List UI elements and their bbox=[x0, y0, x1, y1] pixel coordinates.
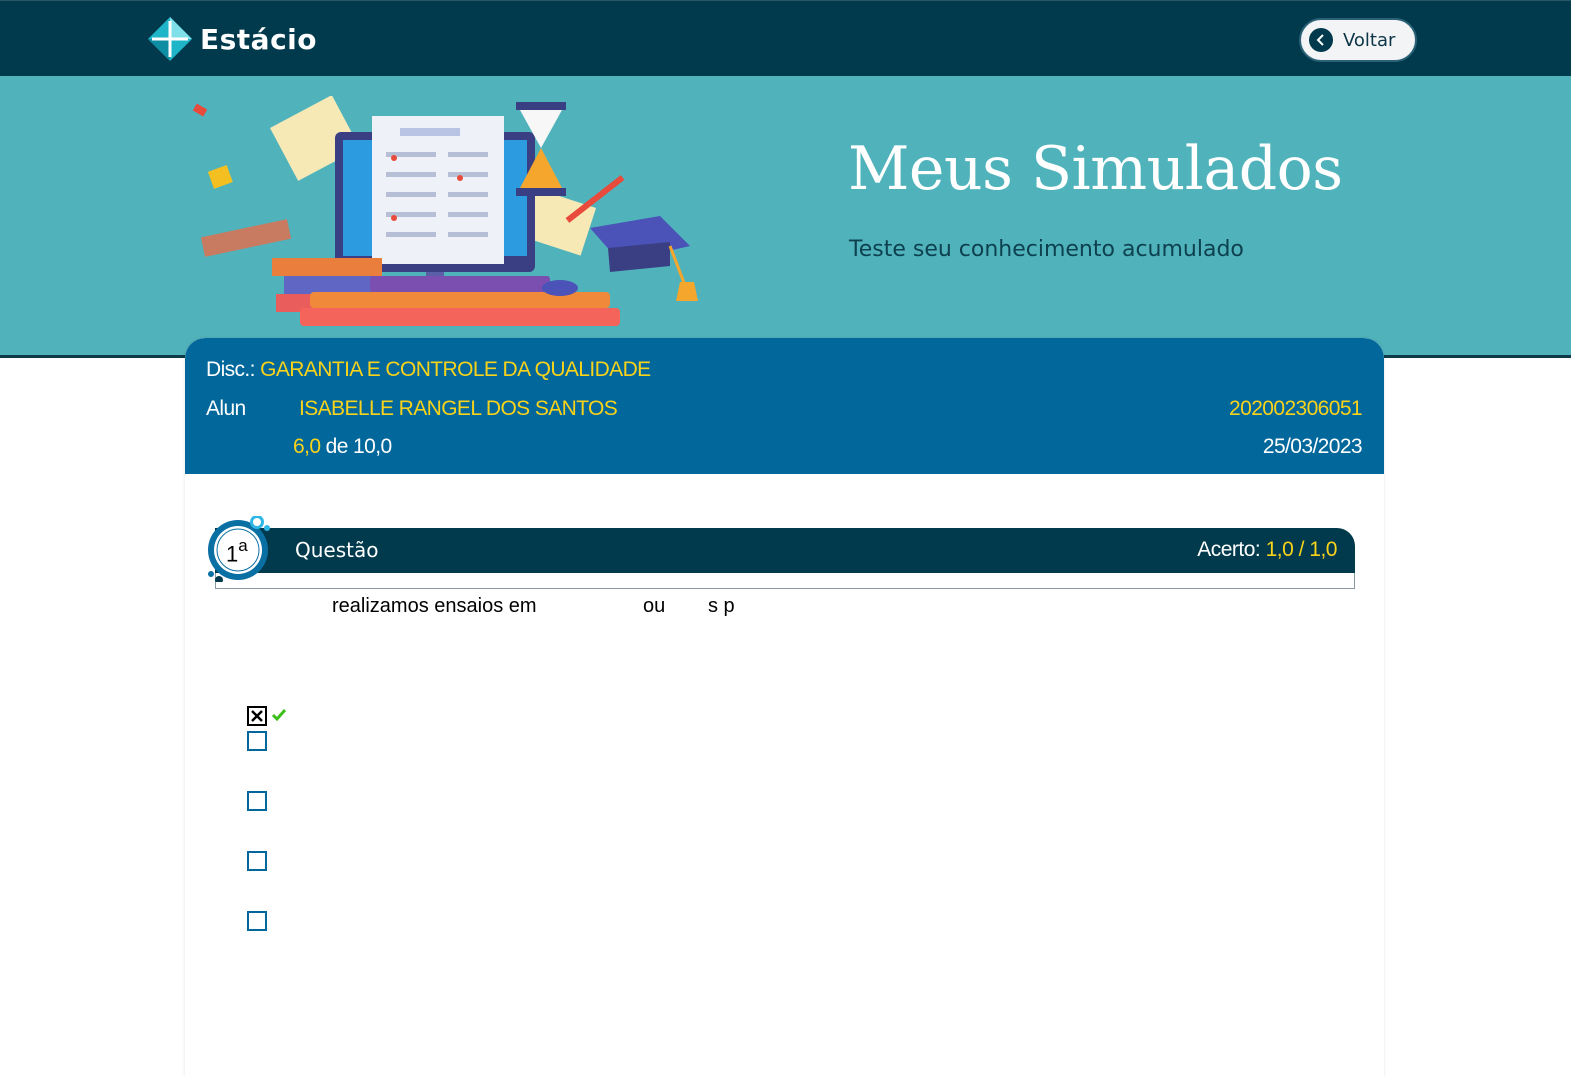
correct-check-icon bbox=[271, 709, 287, 722]
back-button-label: Voltar bbox=[1343, 29, 1396, 51]
discipline-label: Disc.: bbox=[206, 358, 256, 381]
page-title: Meus Simulados bbox=[848, 134, 1343, 204]
back-button[interactable]: Voltar bbox=[1299, 18, 1417, 62]
score-separator: / bbox=[1298, 538, 1305, 561]
question-label: Questão bbox=[295, 538, 379, 562]
discipline-value: GARANTIA E CONTROLE DA QUALIDADE bbox=[260, 358, 651, 381]
answer-option-b-checkbox[interactable] bbox=[247, 731, 267, 751]
score-value: 6,0 bbox=[293, 435, 321, 458]
question-bar: Questão Acerto: 1,0 / 1,0 bbox=[215, 528, 1355, 573]
answer-option-c-checkbox[interactable] bbox=[247, 791, 267, 811]
answer-option-a-checkbox[interactable] bbox=[247, 706, 267, 726]
score-row: 6,0 de 10,0 bbox=[293, 435, 392, 459]
estacio-diamond-icon bbox=[146, 15, 194, 63]
score-label: Acerto: bbox=[1197, 538, 1261, 561]
answer-option-e-checkbox[interactable] bbox=[247, 911, 267, 931]
study-illustration-icon bbox=[192, 96, 698, 326]
question-header-underline bbox=[215, 573, 1355, 589]
checked-x-icon bbox=[251, 710, 263, 722]
student-id: 202002306051 bbox=[1229, 397, 1363, 420]
top-navbar: Estácio Voltar bbox=[0, 0, 1571, 76]
brand-name: Estácio bbox=[200, 22, 318, 56]
exam-date: 25/03/2023 bbox=[1262, 435, 1363, 458]
hero-banner: Meus Simulados Teste seu conhecimento ac… bbox=[0, 76, 1571, 358]
question-text-fragment: s p bbox=[708, 595, 735, 617]
score-max: de 10,0 bbox=[325, 435, 392, 458]
answer-option-d-checkbox[interactable] bbox=[247, 851, 267, 871]
exam-info-header: Disc.: GARANTIA E CONTROLE DA QUALIDADE … bbox=[185, 338, 1384, 474]
discipline-row: Disc.: GARANTIA E CONTROLE DA QUALIDADE bbox=[206, 358, 651, 382]
score-earned: 1,0 bbox=[1265, 538, 1294, 561]
score-total: 1,0 bbox=[1309, 538, 1337, 561]
question-text-fragment: realizamos ensaios em bbox=[332, 595, 537, 617]
chevron-left-icon bbox=[1309, 28, 1333, 52]
question-text-fragment: ou bbox=[643, 595, 666, 617]
student-label: Alun bbox=[206, 397, 246, 420]
exam-card: Disc.: GARANTIA E CONTROLE DA QUALIDADE … bbox=[185, 338, 1384, 1076]
page-subtitle: Teste seu conhecimento acumulado bbox=[849, 237, 1244, 262]
question-score: Acerto: 1,0 / 1,0 bbox=[1197, 538, 1337, 562]
question-header: Questão Acerto: 1,0 / 1,0 1a bbox=[205, 516, 1355, 590]
question-number: 1a bbox=[226, 536, 248, 567]
estacio-logo[interactable]: Estácio bbox=[146, 15, 317, 63]
student-name: ISABELLE RANGEL DOS SANTOS bbox=[299, 397, 618, 420]
